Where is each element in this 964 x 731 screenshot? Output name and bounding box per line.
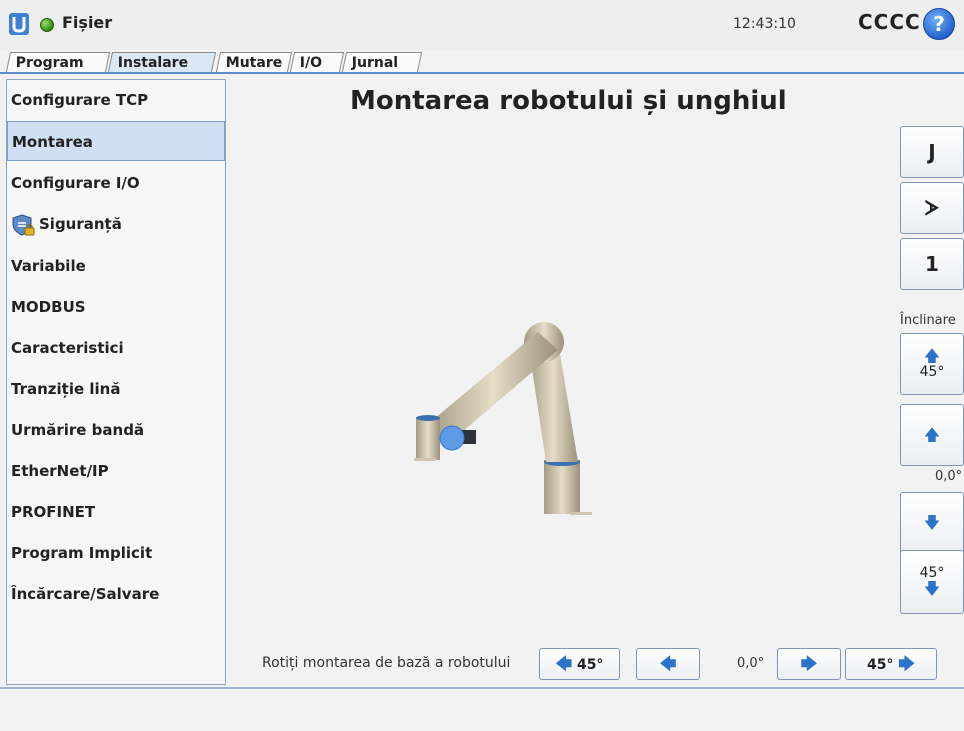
shield-lock-icon [12, 214, 35, 236]
rotate-left-45-button[interactable]: 🡄 45° [539, 648, 620, 680]
sidebar-item-incarcare-salvare[interactable]: Încărcare/Salvare [7, 574, 225, 614]
arrow-right-icon: 🡆 [898, 654, 915, 673]
sidebar-item-modbus[interactable]: MODBUS [7, 287, 225, 327]
sidebar-item-caracteristici[interactable]: Caracteristici [7, 328, 225, 368]
tab-divider [0, 72, 964, 74]
sidebar-item-urmarire-banda[interactable]: Urmărire bandă [7, 410, 225, 450]
page-title: Montarea robotului și unghiul [350, 86, 787, 116]
tilt-down-button[interactable]: 🡇 [900, 492, 964, 554]
tab-program[interactable]: Program [5, 52, 111, 72]
ur-logo-icon [9, 13, 29, 35]
help-icon[interactable]: ? [923, 8, 955, 40]
sidebar-item-montarea[interactable]: Montarea [7, 121, 225, 161]
view-side-button[interactable]: ᗆ [900, 182, 964, 234]
sidebar-item-tranzitie-lina[interactable]: Tranziție lină [7, 369, 225, 409]
rotate-left-button[interactable]: 🡄 [636, 648, 700, 680]
sidebar-item-ethernet-ip[interactable]: EtherNet/IP [7, 451, 225, 491]
rotate-value: 0,0° [737, 656, 765, 671]
sidebar-item-profinet[interactable]: PROFINET [7, 492, 225, 532]
bottom-divider [0, 687, 964, 689]
arrow-up-icon: 🡅 [923, 425, 941, 444]
arrow-down-icon: 🡇 [923, 579, 941, 598]
top-bar: Fișier 12:43:10 CCCC ? [0, 0, 964, 50]
tilt-up-45-button[interactable]: 🡅 45° [900, 333, 964, 395]
sidebar-item-label: Siguranță [39, 215, 122, 233]
arrow-left-icon: 🡄 [659, 654, 677, 673]
view-top-button[interactable]: 1 [900, 238, 964, 290]
tilt-up-button[interactable]: 🡅 [900, 404, 964, 466]
tilt-value: 0,0° [935, 469, 963, 484]
arrow-up-icon: 🡅 [923, 346, 941, 365]
tab-jurnal[interactable]: Jurnal [341, 52, 423, 72]
main-tabs: Program Instalare Mutare I/O Jurnal [0, 50, 964, 72]
sidebar-item-configurare-io[interactable]: Configurare I/O [7, 163, 225, 203]
status-indicator-icon [40, 18, 54, 32]
sidebar-item-siguranta[interactable]: Siguranță [7, 204, 225, 244]
sidebar-item-program-implicit[interactable]: Program Implicit [7, 533, 225, 573]
arrow-down-icon: 🡇 [923, 513, 941, 532]
clock: 12:43:10 [733, 16, 796, 32]
robot-name: CCCC [858, 10, 921, 34]
rotate-base-label: Rotiți montarea de bază a robotului [262, 655, 511, 671]
sidebar-item-variabile[interactable]: Variabile [7, 246, 225, 286]
tab-io[interactable]: I/O [289, 52, 345, 72]
arrow-right-icon: 🡆 [800, 654, 818, 673]
sidebar: Configurare TCP Montarea Configurare I/O… [6, 79, 226, 685]
rotate-right-button[interactable]: 🡆 [777, 648, 841, 680]
tab-instalare[interactable]: Instalare [107, 52, 217, 72]
tab-mutare[interactable]: Mutare [215, 52, 293, 72]
rotate-right-45-button[interactable]: 45° 🡆 [845, 648, 937, 680]
file-menu[interactable]: Fișier [62, 13, 112, 32]
sidebar-item-configurare-tcp[interactable]: Configurare TCP [7, 80, 225, 120]
tilt-down-45-button[interactable]: 45° 🡇 [900, 550, 964, 614]
robot-3d-view[interactable] [400, 320, 600, 520]
view-front-button[interactable]: J [900, 126, 964, 178]
arrow-left-icon: 🡄 [555, 654, 573, 673]
tilt-label: Înclinare [900, 313, 956, 328]
